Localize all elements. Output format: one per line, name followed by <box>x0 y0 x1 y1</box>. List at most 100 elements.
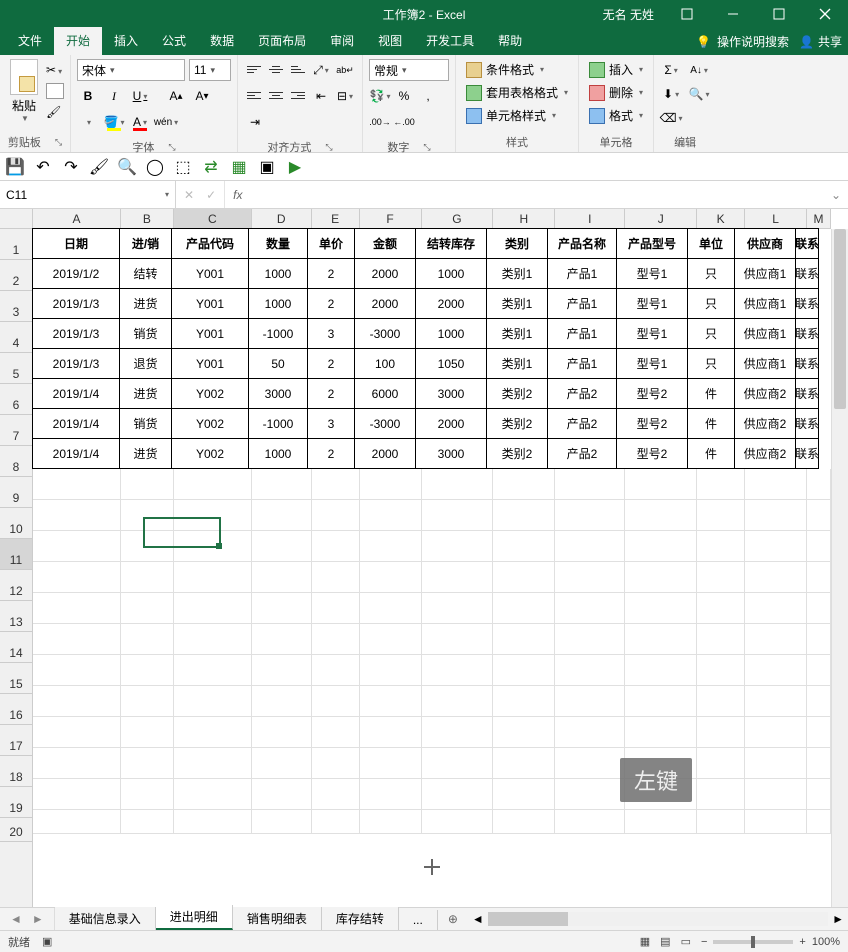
cell[interactable] <box>807 655 831 686</box>
new-sheet-button[interactable]: ⊕ <box>438 908 468 930</box>
cell[interactable] <box>33 717 121 748</box>
cell[interactable] <box>625 779 697 810</box>
cell[interactable] <box>745 748 807 779</box>
cell[interactable] <box>121 779 174 810</box>
cell[interactable] <box>745 655 807 686</box>
cell[interactable]: 供应商1 <box>734 318 796 349</box>
cell[interactable]: 金额 <box>354 228 416 259</box>
sheet-tab[interactable]: 销售明细表 <box>233 907 322 930</box>
align-bottom-button[interactable] <box>288 59 308 79</box>
row-header[interactable]: 5 <box>0 353 32 384</box>
cell[interactable] <box>121 469 174 500</box>
cell[interactable] <box>360 531 422 562</box>
horizontal-scrollbar[interactable]: ◄ ► <box>468 908 848 930</box>
cell[interactable]: 型号2 <box>616 378 688 409</box>
cell[interactable] <box>625 655 697 686</box>
cell[interactable] <box>807 469 831 500</box>
cell[interactable] <box>360 469 422 500</box>
cell[interactable] <box>33 500 121 531</box>
align-top-button[interactable] <box>244 59 264 79</box>
cell[interactable] <box>174 717 252 748</box>
cell[interactable] <box>807 810 831 834</box>
cell[interactable] <box>555 717 625 748</box>
cell[interactable]: Y001 <box>171 288 249 319</box>
decrease-decimal-button[interactable]: ←.00 <box>393 111 415 133</box>
cell[interactable]: 型号1 <box>616 258 688 289</box>
zoom-out-icon[interactable]: − <box>701 936 707 948</box>
cell[interactable] <box>625 562 697 593</box>
cell[interactable]: 型号1 <box>616 288 688 319</box>
cell[interactable] <box>697 748 745 779</box>
cell[interactable] <box>252 593 312 624</box>
align-middle-button[interactable] <box>266 59 286 79</box>
cell[interactable] <box>493 748 555 779</box>
sheet-tab[interactable]: 基础信息录入 <box>55 907 156 930</box>
autosum-button[interactable]: Σ▾ <box>660 59 682 81</box>
dialog-launcher-icon[interactable]: ⤡ <box>55 137 62 148</box>
cell[interactable]: 供应商 <box>734 228 796 259</box>
split-icon[interactable]: ⇄ <box>202 158 220 176</box>
cell[interactable]: Y002 <box>171 378 249 409</box>
cell[interactable]: Y001 <box>171 258 249 289</box>
cell[interactable] <box>252 655 312 686</box>
row-header[interactable]: 20 <box>0 818 32 842</box>
cell[interactable] <box>422 624 494 655</box>
cell[interactable] <box>422 810 494 834</box>
cell[interactable]: 1000 <box>248 258 308 289</box>
cell[interactable] <box>121 717 174 748</box>
row-header[interactable]: 14 <box>0 632 32 663</box>
cell[interactable]: 类别2 <box>486 438 548 469</box>
cell[interactable] <box>360 500 422 531</box>
brush-icon[interactable]: 🖌 <box>90 158 108 176</box>
scroll-right-icon[interactable]: ► <box>832 912 844 926</box>
decrease-indent-button[interactable]: ⇤ <box>310 85 332 107</box>
cell[interactable] <box>625 593 697 624</box>
column-header[interactable]: G <box>422 209 494 228</box>
cell[interactable]: 联系 <box>795 408 819 439</box>
cell[interactable]: 100 <box>354 348 416 379</box>
cell[interactable]: 3000 <box>415 378 487 409</box>
cell[interactable] <box>555 562 625 593</box>
name-box[interactable]: C11 ▾ <box>0 181 176 208</box>
cell[interactable] <box>555 686 625 717</box>
cell[interactable]: 产品1 <box>547 288 617 319</box>
format-cells-button[interactable]: 格式▾ <box>585 105 647 126</box>
cell[interactable] <box>360 717 422 748</box>
ribbon-tab-文件[interactable]: 文件 <box>6 27 54 55</box>
cell[interactable] <box>252 500 312 531</box>
cell[interactable] <box>121 500 174 531</box>
cell[interactable]: -3000 <box>354 318 416 349</box>
cell[interactable]: 类别1 <box>486 258 548 289</box>
cell[interactable]: 供应商1 <box>734 258 796 289</box>
copy-button[interactable] <box>46 83 64 99</box>
trace-icon[interactable]: ⬚ <box>174 158 192 176</box>
cell[interactable] <box>174 624 252 655</box>
column-header[interactable]: B <box>121 209 174 228</box>
cell[interactable] <box>807 624 831 655</box>
cell[interactable]: 销货 <box>119 318 172 349</box>
cell[interactable]: 供应商2 <box>734 408 796 439</box>
cell[interactable]: 数量 <box>248 228 308 259</box>
cell[interactable] <box>807 593 831 624</box>
cell[interactable]: 2 <box>307 348 355 379</box>
formula-input[interactable] <box>250 181 824 208</box>
cell[interactable] <box>745 500 807 531</box>
cell[interactable]: 3 <box>307 408 355 439</box>
cell[interactable] <box>312 655 360 686</box>
cell[interactable] <box>312 748 360 779</box>
cell[interactable] <box>121 562 174 593</box>
cell[interactable] <box>33 655 121 686</box>
cell[interactable]: 2 <box>307 438 355 469</box>
align-center-button[interactable] <box>266 85 286 105</box>
cell[interactable] <box>33 748 121 779</box>
cell[interactable]: 50 <box>248 348 308 379</box>
normal-view-icon[interactable]: ▦ <box>640 935 650 948</box>
borders-button[interactable]: ▾ <box>77 111 99 133</box>
cell[interactable] <box>33 593 121 624</box>
cell[interactable] <box>625 469 697 500</box>
cell[interactable]: 类别1 <box>486 348 548 379</box>
zoom-icon[interactable]: 🔍 <box>118 158 136 176</box>
cell[interactable] <box>312 810 360 834</box>
format-as-table-button[interactable]: 套用表格格式▾ <box>462 82 572 103</box>
cell[interactable] <box>807 779 831 810</box>
